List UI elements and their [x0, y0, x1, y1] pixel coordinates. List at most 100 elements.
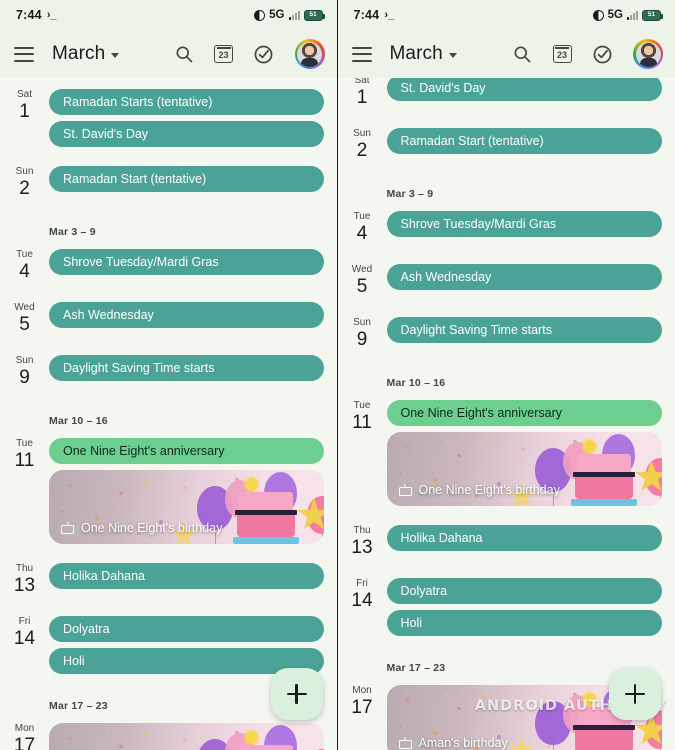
day-events: Dolyatra Holi — [386, 573, 662, 636]
create-event-fab[interactable] — [609, 668, 661, 720]
agenda-day-row: Wed 5 Ash Wednesday — [338, 259, 675, 298]
event-chip[interactable]: Daylight Saving Time starts — [386, 317, 662, 343]
day-date-column: Thu 13 — [0, 558, 49, 597]
search-button[interactable] — [510, 42, 534, 66]
day-name: Mon — [14, 723, 35, 734]
event-chip[interactable]: Holika Dahana — [386, 525, 662, 551]
month-selector[interactable]: March — [390, 43, 457, 65]
row-spacer — [338, 559, 675, 573]
event-chip[interactable]: Shrove Tuesday/Mardi Gras — [49, 249, 324, 275]
confetti-piece — [118, 744, 124, 749]
event-chip[interactable]: One Nine Eight's anniversary — [386, 400, 662, 426]
contrast-icon — [592, 9, 604, 21]
birthday-event-card[interactable]: One Nine Eight's birthday — [49, 470, 324, 544]
agenda-day-row: Wed 5 Ash Wednesday — [0, 297, 337, 336]
status-bar: 7:44 ›_ 5G 51 — [337, 0, 675, 30]
event-chip[interactable]: Holi — [386, 610, 662, 636]
day-number: 4 — [19, 261, 30, 282]
day-events: Dolyatra Holi — [49, 611, 324, 674]
battery-icon: 51 — [642, 9, 663, 21]
birthday-event-label: One Nine Eight's birthday — [398, 483, 560, 497]
confetti-piece — [145, 733, 148, 736]
screenshot-comparison: 7:44 ›_ 5G 51 March 23 Sat 1 Ramadan Starts (ten… — [0, 0, 675, 750]
day-events: Daylight Saving Time starts — [49, 350, 324, 389]
day-number: 1 — [19, 101, 30, 122]
agenda-day-row: Tue 11 One Nine Eight's anniversary One Nin… — [338, 395, 675, 506]
day-date-column: Sun 2 — [0, 161, 49, 200]
month-selector[interactable]: March — [52, 43, 120, 65]
event-chip[interactable]: Holika Dahana — [49, 563, 324, 589]
check-circle-icon — [593, 45, 611, 63]
day-number: 5 — [19, 314, 30, 335]
day-number: 11 — [352, 412, 372, 433]
search-icon — [514, 46, 531, 63]
birthday-event-card[interactable]: One Nine Eight's birthday — [386, 432, 662, 506]
event-chip[interactable]: Shrove Tuesday/Mardi Gras — [386, 211, 662, 237]
day-date-column: Sun 9 — [338, 312, 387, 351]
event-chip[interactable]: Ramadan Start (tentative) — [386, 128, 662, 154]
battery-icon: 51 — [303, 9, 325, 21]
day-name: Sat — [354, 78, 370, 86]
day-name: Sun — [15, 355, 34, 366]
status-bar-left: 7:44 ›_ — [354, 8, 395, 22]
agenda-list[interactable]: Sat 1 Ramadan Starts (tentative) St. David'… — [0, 78, 337, 750]
agenda-day-row: Fri 14 Dolyatra Holi — [0, 611, 337, 674]
cake-glyph-icon — [398, 484, 412, 496]
search-button[interactable] — [172, 42, 196, 66]
event-chip[interactable]: Ramadan Starts (tentative) — [49, 89, 324, 115]
event-chip[interactable]: Daylight Saving Time starts — [49, 355, 324, 381]
hamburger-icon[interactable] — [351, 43, 378, 65]
tasks-button[interactable] — [252, 42, 276, 66]
day-date-column: Fri 14 — [0, 611, 49, 674]
birthday-event-card[interactable]: Aman's birthday — [49, 723, 324, 750]
confetti-piece — [404, 445, 410, 450]
day-date-column: Thu 13 — [338, 520, 387, 559]
calendar-today-icon: 23 — [552, 45, 572, 63]
day-events: Shrove Tuesday/Mardi Gras — [49, 244, 324, 283]
status-time: 7:44 — [16, 8, 42, 22]
create-event-fab[interactable] — [270, 668, 323, 720]
day-number: 17 — [13, 735, 36, 750]
today-button[interactable]: 23 — [212, 42, 236, 66]
star-icon — [508, 737, 535, 750]
agenda-day-row: Thu 13 Holika Dahana — [338, 520, 675, 559]
today-button[interactable]: 23 — [550, 42, 574, 66]
event-chip[interactable]: Dolyatra — [386, 578, 662, 604]
day-events: Ramadan Start (tentative) — [49, 161, 324, 200]
day-date-column: Wed 5 — [338, 259, 387, 298]
event-chip[interactable]: Ash Wednesday — [49, 302, 324, 328]
agenda-list[interactable]: Sat 1 St. David's Day Sun 2 Ramadan Start (te… — [337, 78, 675, 750]
cake-icon — [233, 492, 299, 544]
event-chip[interactable]: Dolyatra — [49, 616, 324, 642]
day-number: 14 — [13, 628, 36, 649]
row-spacer — [338, 298, 675, 312]
day-name: Tue — [353, 400, 371, 411]
agenda-day-row: Tue 4 Shrove Tuesday/Mardi Gras — [338, 206, 675, 245]
status-bar-left: 7:44 ›_ — [16, 8, 57, 22]
hamburger-icon[interactable] — [14, 43, 40, 65]
event-chip[interactable]: St. David's Day — [49, 121, 324, 147]
confetti-piece — [182, 485, 188, 490]
agenda-day-row: Sat 1 St. David's Day — [338, 78, 675, 109]
month-label: March — [52, 43, 106, 64]
cake-icon — [570, 454, 637, 506]
birthday-event-label: Aman's birthday — [398, 736, 508, 750]
row-spacer — [0, 389, 337, 403]
event-chip[interactable]: St. David's Day — [386, 78, 662, 101]
confetti-piece — [61, 510, 64, 513]
day-events: Daylight Saving Time starts — [386, 312, 662, 351]
event-chip[interactable]: Ash Wednesday — [386, 264, 662, 290]
day-number: 14 — [351, 590, 373, 611]
status-time: 7:44 — [353, 8, 380, 22]
tasks-button[interactable] — [590, 42, 614, 66]
event-chip[interactable]: One Nine Eight's anniversary — [49, 438, 324, 464]
day-number: 13 — [351, 537, 373, 558]
cake-icon — [233, 745, 299, 750]
day-name: Sun — [353, 317, 371, 328]
day-name: Sat — [16, 89, 32, 100]
confetti-piece — [404, 698, 410, 703]
event-chip[interactable]: Ramadan Start (tentative) — [49, 166, 324, 192]
avatar[interactable] — [294, 39, 325, 69]
avatar[interactable] — [633, 39, 663, 69]
contrast-icon — [254, 9, 266, 21]
